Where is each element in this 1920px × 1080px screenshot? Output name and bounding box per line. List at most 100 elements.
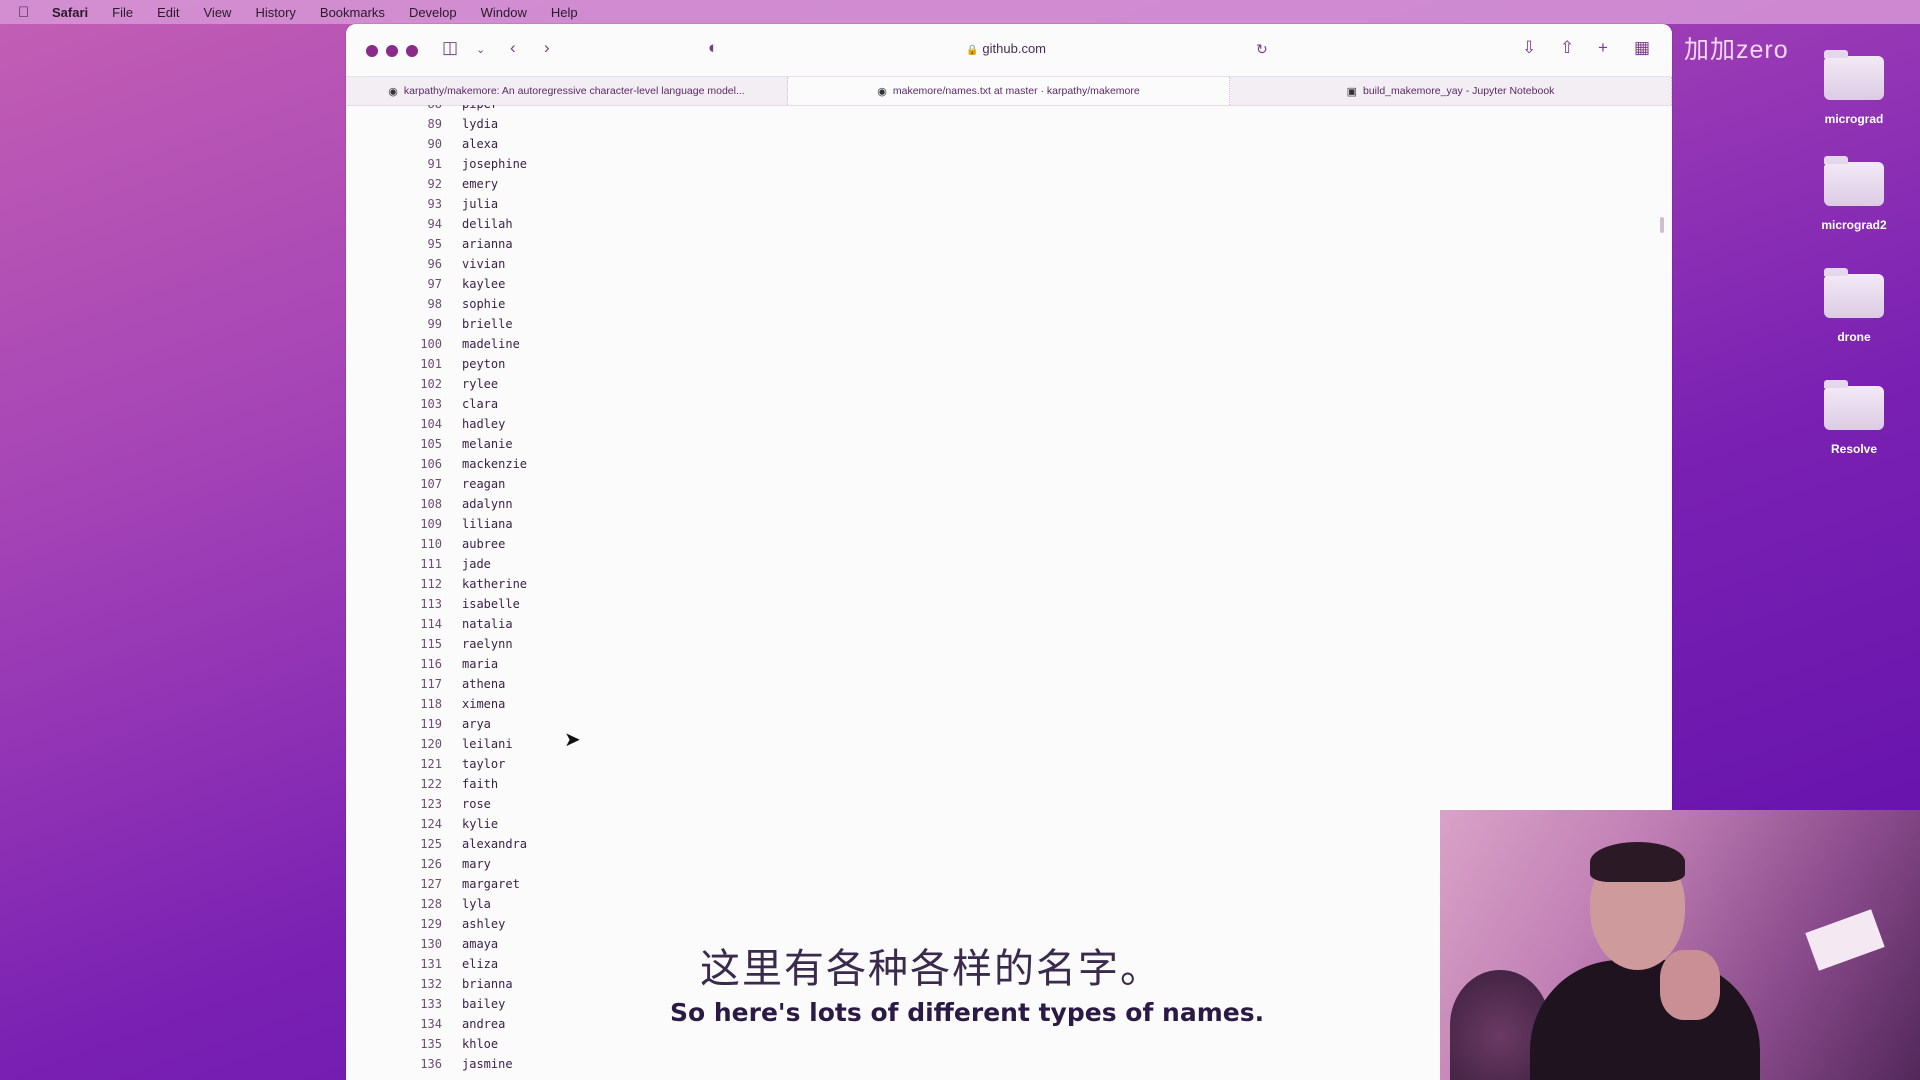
address-bar[interactable]: 🔒 github.com	[746, 36, 1266, 62]
line-number[interactable]: 108	[346, 497, 442, 511]
line-number[interactable]: 102	[346, 377, 442, 391]
zoom-window-button[interactable]	[406, 45, 418, 57]
forward-arrow-icon[interactable]: ›	[544, 38, 550, 58]
line-number[interactable]: 114	[346, 617, 442, 631]
line-text: clara	[462, 397, 499, 411]
file-line: 92 emery	[346, 177, 946, 197]
line-number[interactable]: 129	[346, 917, 442, 931]
line-number[interactable]: 91	[346, 157, 442, 171]
line-number[interactable]: 105	[346, 437, 442, 451]
line-number[interactable]: 96	[346, 257, 442, 271]
menu-develop[interactable]: Develop	[409, 5, 457, 20]
line-number[interactable]: 118	[346, 697, 442, 711]
apple-icon[interactable]: 	[18, 4, 38, 21]
share-icon[interactable]: ⇧	[1560, 38, 1574, 58]
mouse-cursor-icon: ➤	[564, 729, 581, 751]
tab-jupyter-notebook[interactable]: ▣ build_makemore_yay - Jupyter Notebook	[1230, 77, 1672, 105]
line-number[interactable]: 121	[346, 757, 442, 771]
file-line: 90 alexa	[346, 137, 946, 157]
new-tab-plus-icon[interactable]: +	[1598, 38, 1608, 58]
desktop-folder-drone[interactable]: drone	[1794, 268, 1914, 344]
close-window-button[interactable]	[366, 45, 378, 57]
line-text: peyton	[462, 357, 506, 371]
file-line: 106 mackenzie	[346, 457, 946, 477]
folder-icon	[1824, 268, 1884, 318]
line-text: arianna	[462, 237, 513, 251]
menu-safari[interactable]: Safari	[52, 5, 88, 20]
line-number[interactable]: 106	[346, 457, 442, 471]
line-number[interactable]: 111	[346, 557, 442, 571]
line-number[interactable]: 101	[346, 357, 442, 371]
line-text: faith	[462, 777, 499, 791]
lock-icon: 🔒	[965, 45, 979, 56]
privacy-shield-icon[interactable]: ◐	[708, 38, 718, 58]
line-number[interactable]: 109	[346, 517, 442, 531]
line-number[interactable]: 117	[346, 677, 442, 691]
line-number[interactable]: 99	[346, 317, 442, 331]
line-number[interactable]: 127	[346, 877, 442, 891]
webcam-video-overlay	[1440, 810, 1920, 1080]
menu-view[interactable]: View	[204, 5, 232, 20]
line-number[interactable]: 98	[346, 297, 442, 311]
line-text: piper	[462, 105, 498, 111]
line-number[interactable]: 130	[346, 937, 442, 951]
line-number[interactable]: 123	[346, 797, 442, 811]
line-number[interactable]: 128	[346, 897, 442, 911]
desktop-folder-resolve[interactable]: Resolve	[1794, 380, 1914, 456]
menu-bookmarks[interactable]: Bookmarks	[320, 5, 385, 20]
line-number[interactable]: 115	[346, 637, 442, 651]
chevron-down-icon[interactable]: ⌄	[476, 43, 485, 56]
line-number[interactable]: 126	[346, 857, 442, 871]
line-number[interactable]: 110	[346, 537, 442, 551]
menu-edit[interactable]: Edit	[157, 5, 179, 20]
tab-overview-icon[interactable]: ▦	[1634, 38, 1650, 58]
file-line: 89 lydia	[346, 117, 946, 137]
menu-window[interactable]: Window	[481, 5, 527, 20]
line-number[interactable]: 133	[346, 997, 442, 1011]
file-line: 96 vivian	[346, 257, 946, 277]
back-arrow-icon[interactable]: ‹	[510, 38, 516, 58]
line-number[interactable]: 125	[346, 837, 442, 851]
line-number[interactable]: 104	[346, 417, 442, 431]
line-number[interactable]: 97	[346, 277, 442, 291]
menu-file[interactable]: File	[112, 5, 133, 20]
line-number[interactable]: 103	[346, 397, 442, 411]
line-number[interactable]: 100	[346, 337, 442, 351]
line-number[interactable]: 90	[346, 137, 442, 151]
tab-title: karpathy/makemore: An autoregressive cha…	[403, 85, 745, 97]
minimize-window-button[interactable]	[386, 45, 398, 57]
line-number[interactable]: 132	[346, 977, 442, 991]
scrollbar-thumb[interactable]	[1660, 217, 1664, 233]
tab-makemore-repo[interactable]: ◉ karpathy/makemore: An autoregressive c…	[346, 77, 788, 105]
downloads-icon[interactable]: ⇩	[1522, 38, 1536, 58]
line-number[interactable]: 113	[346, 597, 442, 611]
line-text: aubree	[462, 537, 506, 551]
line-number[interactable]: 89	[346, 117, 442, 131]
file-line: 123 rose	[346, 797, 946, 817]
line-number[interactable]: 107	[346, 477, 442, 491]
line-number[interactable]: 88	[346, 105, 442, 111]
line-number[interactable]: 131	[346, 957, 442, 971]
line-text: leilani	[462, 737, 513, 751]
menu-help[interactable]: Help	[551, 5, 578, 20]
line-number[interactable]: 122	[346, 777, 442, 791]
line-number[interactable]: 94	[346, 217, 442, 231]
line-number[interactable]: 93	[346, 197, 442, 211]
line-number[interactable]: 124	[346, 817, 442, 831]
menu-history[interactable]: History	[255, 5, 295, 20]
line-number[interactable]: 135	[346, 1037, 442, 1051]
line-number[interactable]: 119	[346, 717, 442, 731]
line-number[interactable]: 112	[346, 577, 442, 591]
line-number[interactable]: 92	[346, 177, 442, 191]
line-number[interactable]: 116	[346, 657, 442, 671]
line-number[interactable]: 120	[346, 737, 442, 751]
line-number[interactable]: 134	[346, 1017, 442, 1031]
desktop-folder-micrograd2[interactable]: micrograd2	[1794, 156, 1914, 232]
tab-names-txt[interactable]: ◉ makemore/names.txt at master · karpath…	[788, 77, 1230, 105]
desktop-folder-micrograd[interactable]: micrograd	[1794, 50, 1914, 126]
folder-icon	[1824, 380, 1884, 430]
line-number[interactable]: 95	[346, 237, 442, 251]
line-number[interactable]: 136	[346, 1057, 442, 1071]
reload-icon[interactable]: ↻	[1256, 41, 1268, 58]
sidebar-toggle-icon[interactable]: ◫	[442, 38, 458, 58]
